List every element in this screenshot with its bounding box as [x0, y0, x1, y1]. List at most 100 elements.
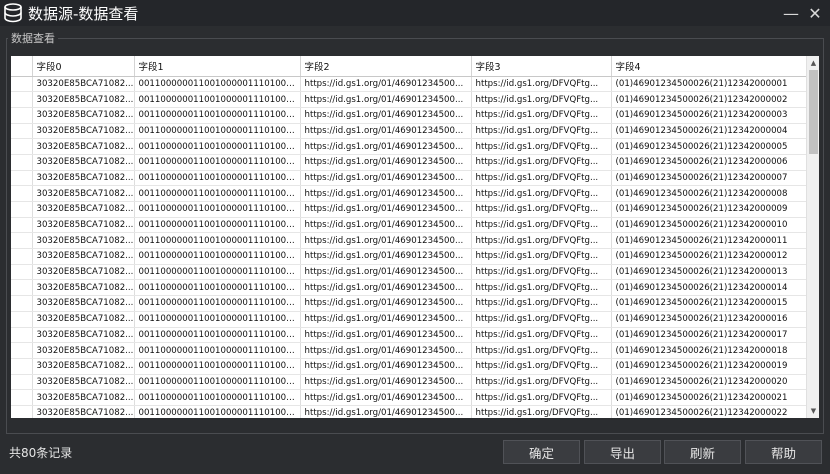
table-cell[interactable]: https://id.gs1.org/DFVQFtg... [471, 170, 612, 187]
row-header[interactable] [11, 107, 33, 124]
table-row[interactable]: 30320E85BCA71082... 001100000011001000001… [11, 405, 807, 418]
table-cell[interactable]: 30320E85BCA71082... [32, 138, 135, 155]
table-cell[interactable]: 00110000001100100000111010000... [134, 185, 301, 202]
table-row[interactable]: 30320E85BCA71082... 001100000011001000001… [11, 201, 807, 218]
table-cell[interactable]: (01)46901234500026(21)12342000022 [611, 405, 807, 418]
table-cell[interactable]: https://id.gs1.org/DFVQFtg... [471, 107, 612, 124]
table-row[interactable]: 30320E85BCA71082... 001100000011001000001… [11, 389, 807, 406]
table-cell[interactable]: https://id.gs1.org/DFVQFtg... [471, 295, 612, 312]
table-cell[interactable]: (01)46901234500026(21)12342000020 [611, 374, 807, 391]
table-row[interactable]: 30320E85BCA71082... 001100000011001000001… [11, 91, 807, 108]
table-cell[interactable]: 30320E85BCA71082... [32, 91, 135, 108]
table-cell[interactable]: https://id.gs1.org/01/46901234500... [300, 248, 472, 265]
table-cell[interactable]: https://id.gs1.org/DFVQFtg... [471, 232, 612, 250]
table-cell[interactable]: 00110000001100100000111010000... [134, 154, 301, 171]
table-cell[interactable]: (01)46901234500026(21)12342000011 [611, 232, 807, 250]
table-cell[interactable]: https://id.gs1.org/01/46901234500... [300, 279, 472, 297]
row-header[interactable] [11, 123, 33, 140]
table-cell[interactable]: https://id.gs1.org/01/46901234500... [300, 185, 472, 202]
table-cell[interactable]: 00110000001100100000111010000... [134, 248, 301, 265]
table-cell[interactable]: 30320E85BCA71082... [32, 264, 135, 281]
table-cell[interactable]: 30320E85BCA71082... [32, 327, 135, 344]
table-row[interactable]: 30320E85BCA71082... 001100000011001000001… [11, 295, 807, 312]
table-cell[interactable]: https://id.gs1.org/DFVQFtg... [471, 185, 612, 202]
table-cell[interactable]: https://id.gs1.org/DFVQFtg... [471, 123, 612, 140]
export-button[interactable]: 导出 [584, 440, 661, 464]
table-cell[interactable]: 30320E85BCA71082... [32, 248, 135, 265]
row-header[interactable] [11, 201, 33, 218]
table-cell[interactable]: https://id.gs1.org/DFVQFtg... [471, 311, 612, 328]
row-header[interactable] [11, 311, 33, 328]
table-row[interactable]: 30320E85BCA71082... 001100000011001000001… [11, 342, 807, 359]
table-cell[interactable]: https://id.gs1.org/DFVQFtg... [471, 342, 612, 359]
table-cell[interactable]: 00110000001100100000111010000... [134, 389, 301, 406]
table-row[interactable]: 30320E85BCA71082... 001100000011001000001… [11, 311, 807, 328]
table-row[interactable]: 30320E85BCA71082... 001100000011001000001… [11, 154, 807, 171]
close-icon[interactable]: ✕ [802, 0, 828, 26]
row-header[interactable] [11, 374, 33, 391]
table-cell[interactable]: (01)46901234500026(21)12342000018 [611, 342, 807, 359]
table-cell[interactable]: (01)46901234500026(21)12342000012 [611, 248, 807, 265]
table-cell[interactable]: 00110000001100100000111010000... [134, 201, 301, 218]
row-header[interactable] [11, 405, 33, 418]
table-cell[interactable]: https://id.gs1.org/01/46901234500... [300, 358, 472, 375]
table-cell[interactable]: 00110000001100100000111010000... [134, 374, 301, 391]
table-cell[interactable]: (01)46901234500026(21)12342000016 [611, 311, 807, 328]
table-cell[interactable]: 30320E85BCA71082... [32, 232, 135, 250]
row-header[interactable] [11, 358, 33, 375]
scrollbar-thumb[interactable] [809, 70, 818, 154]
table-cell[interactable]: (01)46901234500026(21)12342000007 [611, 170, 807, 187]
table-row[interactable]: 30320E85BCA71082... 001100000011001000001… [11, 217, 807, 234]
table-cell[interactable]: 30320E85BCA71082... [32, 217, 135, 234]
table-cell[interactable]: (01)46901234500026(21)12342000004 [611, 123, 807, 140]
table-cell[interactable]: 00110000001100100000111010000... [134, 311, 301, 328]
table-row[interactable]: 30320E85BCA71082... 001100000011001000001… [11, 76, 807, 93]
row-header[interactable] [11, 154, 33, 171]
table-cell[interactable]: (01)46901234500026(21)12342000021 [611, 389, 807, 406]
table-cell[interactable]: (01)46901234500026(21)12342000002 [611, 91, 807, 108]
table-cell[interactable]: https://id.gs1.org/DFVQFtg... [471, 405, 612, 418]
column-header[interactable]: 字段2 [300, 56, 472, 77]
table-cell[interactable]: (01)46901234500026(21)12342000013 [611, 264, 807, 281]
table-cell[interactable]: 30320E85BCA71082... [32, 342, 135, 359]
table-row[interactable]: 30320E85BCA71082... 001100000011001000001… [11, 138, 807, 155]
vertical-scrollbar[interactable]: ▲ ▼ [806, 56, 819, 418]
table-cell[interactable]: https://id.gs1.org/DFVQFtg... [471, 76, 612, 93]
table-cell[interactable]: https://id.gs1.org/01/46901234500... [300, 389, 472, 406]
refresh-button[interactable]: 刷新 [664, 440, 741, 464]
table-cell[interactable]: 00110000001100100000111010000... [134, 217, 301, 234]
table-cell[interactable]: https://id.gs1.org/01/46901234500... [300, 138, 472, 155]
table-cell[interactable]: 30320E85BCA71082... [32, 295, 135, 312]
table-cell[interactable]: (01)46901234500026(21)12342000009 [611, 201, 807, 218]
table-row[interactable]: 30320E85BCA71082... 001100000011001000001… [11, 170, 807, 187]
table-row[interactable]: 30320E85BCA71082... 001100000011001000001… [11, 248, 807, 265]
row-header[interactable] [11, 232, 33, 250]
table-cell[interactable]: (01)46901234500026(21)12342000008 [611, 185, 807, 202]
column-header[interactable]: 字段0 [32, 56, 135, 77]
table-cell[interactable]: 30320E85BCA71082... [32, 185, 135, 202]
table-cell[interactable]: (01)46901234500026(21)12342000019 [611, 358, 807, 375]
table-row[interactable]: 30320E85BCA71082... 001100000011001000001… [11, 374, 807, 391]
table-cell[interactable]: 30320E85BCA71082... [32, 107, 135, 124]
table-cell[interactable]: 30320E85BCA71082... [32, 279, 135, 297]
table-cell[interactable]: (01)46901234500026(21)12342000005 [611, 138, 807, 155]
table-cell[interactable]: (01)46901234500026(21)12342000010 [611, 217, 807, 234]
row-header[interactable] [11, 91, 33, 108]
table-cell[interactable]: https://id.gs1.org/01/46901234500... [300, 295, 472, 312]
table-cell[interactable]: https://id.gs1.org/01/46901234500... [300, 76, 472, 93]
table-cell[interactable]: 30320E85BCA71082... [32, 123, 135, 140]
table-cell[interactable]: https://id.gs1.org/DFVQFtg... [471, 201, 612, 218]
table-cell[interactable]: https://id.gs1.org/01/46901234500... [300, 123, 472, 140]
row-header[interactable] [11, 389, 33, 406]
table-cell[interactable]: 30320E85BCA71082... [32, 405, 135, 418]
row-header[interactable] [11, 170, 33, 187]
row-header[interactable] [11, 327, 33, 344]
chevron-down-icon[interactable]: ▼ [807, 404, 819, 418]
table-cell[interactable]: 00110000001100100000111010000... [134, 405, 301, 418]
table-cell[interactable]: 30320E85BCA71082... [32, 76, 135, 93]
table-cell[interactable]: https://id.gs1.org/DFVQFtg... [471, 327, 612, 344]
table-cell[interactable]: 30320E85BCA71082... [32, 389, 135, 406]
row-header[interactable] [11, 248, 33, 265]
table-row[interactable]: 30320E85BCA71082... 001100000011001000001… [11, 327, 807, 344]
data-grid[interactable]: 字段0 字段1 字段2 字段3 字段4 30320E85BCA71082... 0… [11, 56, 819, 418]
